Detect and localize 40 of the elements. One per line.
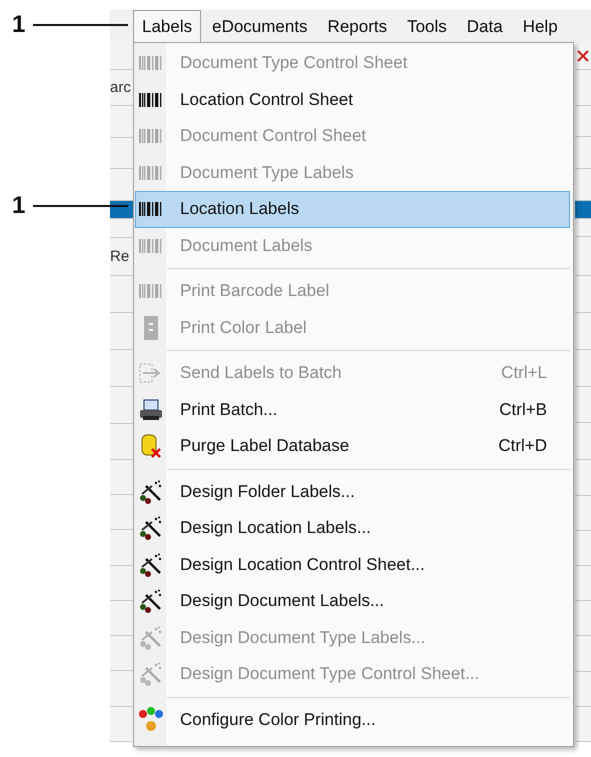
- menu-item[interactable]: Purge Label Database Ctrl+D: [135, 428, 570, 464]
- design-tools-icon: [138, 626, 164, 650]
- design-tools-icon: [138, 516, 164, 540]
- menu-title[interactable]: Labels: [133, 10, 202, 42]
- send-to-batch-icon: [139, 363, 163, 384]
- menu-title[interactable]: Tools: [398, 10, 456, 42]
- menu-title[interactable]: eDocuments: [203, 10, 317, 42]
- barcode-icon: [139, 238, 163, 253]
- menu-title[interactable]: Reports: [318, 10, 396, 42]
- color-dots-icon: [138, 706, 164, 733]
- callout-number: 1: [12, 192, 26, 220]
- menu-item[interactable]: Location Control Sheet: [135, 82, 570, 118]
- background-text: Re: [110, 248, 130, 265]
- barcode-icon: [139, 92, 163, 107]
- menu-item[interactable]: Location Labels: [135, 191, 570, 228]
- barcode-icon: [139, 166, 163, 180]
- barcode-icon: [139, 56, 163, 70]
- barcode-icon: [139, 129, 163, 144]
- printer-icon: [139, 398, 163, 422]
- menu-title[interactable]: Data: [458, 10, 512, 42]
- database-delete-icon: [139, 433, 163, 460]
- design-tools-icon: [138, 589, 164, 614]
- close-icon: [577, 50, 589, 62]
- design-tools-icon: [138, 480, 164, 504]
- background-text: arc: [110, 79, 131, 96]
- barcode-icon: [139, 202, 163, 216]
- menu-title[interactable]: Help: [514, 10, 567, 42]
- menu-item[interactable]: Configure Color Printing...: [135, 702, 570, 738]
- highlight-bar: [110, 201, 133, 220]
- menu-item[interactable]: Design Location Labels...: [135, 510, 570, 546]
- menu-item[interactable]: Design Location Control Sheet...: [135, 546, 570, 583]
- menu-item[interactable]: Design Folder Labels...: [135, 474, 570, 510]
- design-tools-icon: [138, 662, 164, 686]
- label-icon: [144, 316, 158, 340]
- barcode-icon: [139, 284, 163, 298]
- callout-number: 1: [12, 11, 26, 39]
- menu-item[interactable]: Print Batch... Ctrl+B: [135, 392, 570, 428]
- design-tools-icon: [138, 552, 164, 577]
- menu-item[interactable]: Design Document Labels...: [135, 583, 570, 620]
- highlight-bar: [575, 200, 591, 220]
